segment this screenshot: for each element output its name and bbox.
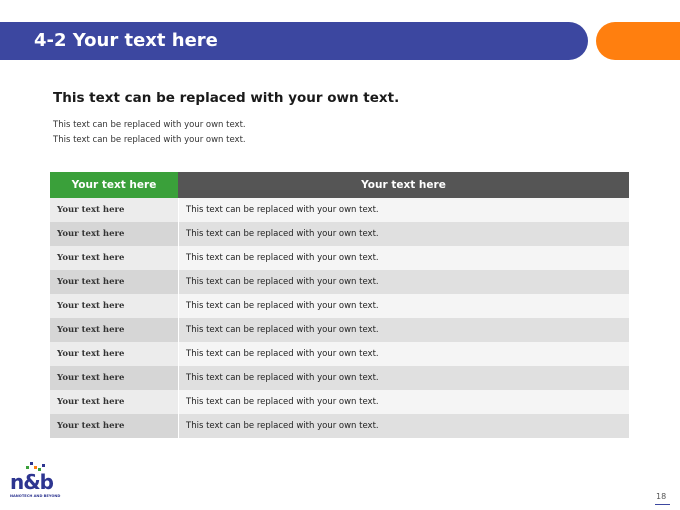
row-value: This text can be replaced with your own … xyxy=(178,318,629,342)
column-header: Your text here xyxy=(178,172,629,198)
row-value: This text can be replaced with your own … xyxy=(178,414,629,438)
data-table: Your text here Your text here Your text … xyxy=(50,172,629,438)
slide: 4-2 Your text here This text can be repl… xyxy=(0,0,680,510)
table-row: Your text here This text can be replaced… xyxy=(50,222,629,246)
row-value: This text can be replaced with your own … xyxy=(178,342,629,366)
body-line: This text can be replaced with your own … xyxy=(53,135,246,145)
row-label: Your text here xyxy=(50,222,178,246)
row-label: Your text here xyxy=(50,342,178,366)
logo-wordmark: n&b xyxy=(10,470,54,494)
logo-tagline: NANOTECH AND BEYOND xyxy=(10,494,61,498)
table-row: Your text here This text can be replaced… xyxy=(50,294,629,318)
table-header: Your text here Your text here xyxy=(50,172,629,198)
table-row: Your text here This text can be replaced… xyxy=(50,414,629,438)
subheading: This text can be replaced with your own … xyxy=(53,90,400,106)
row-label: Your text here xyxy=(50,270,178,294)
table-row: Your text here This text can be replaced… xyxy=(50,246,629,270)
row-label: Your text here xyxy=(50,366,178,390)
table-row: Your text here This text can be replaced… xyxy=(50,270,629,294)
body-line: This text can be replaced with your own … xyxy=(53,120,246,130)
table-row: Your text here This text can be replaced… xyxy=(50,198,629,222)
row-value: This text can be replaced with your own … xyxy=(178,270,629,294)
row-value: This text can be replaced with your own … xyxy=(178,198,629,222)
row-value: This text can be replaced with your own … xyxy=(178,390,629,414)
page-number: 18 xyxy=(656,492,667,501)
table-row: Your text here This text can be replaced… xyxy=(50,318,629,342)
slide-title: 4-2 Your text here xyxy=(34,30,218,51)
row-label: Your text here xyxy=(50,318,178,342)
row-label: Your text here xyxy=(50,414,178,438)
accent-pill xyxy=(596,22,680,60)
table-row: Your text here This text can be replaced… xyxy=(50,390,629,414)
row-label: Your text here xyxy=(50,390,178,414)
row-value: This text can be replaced with your own … xyxy=(178,366,629,390)
table-row: Your text here This text can be replaced… xyxy=(50,366,629,390)
row-label: Your text here xyxy=(50,246,178,270)
title-bar: 4-2 Your text here xyxy=(0,22,588,60)
row-value: This text can be replaced with your own … xyxy=(178,246,629,270)
company-logo: n&b NANOTECH AND BEYOND xyxy=(10,460,70,502)
page-number-underline xyxy=(655,504,670,505)
row-value: This text can be replaced with your own … xyxy=(178,222,629,246)
row-label: Your text here xyxy=(50,294,178,318)
row-value: This text can be replaced with your own … xyxy=(178,294,629,318)
body-text: This text can be replaced with your own … xyxy=(53,118,246,148)
table-row: Your text here This text can be replaced… xyxy=(50,342,629,366)
column-header: Your text here xyxy=(50,172,178,198)
row-label: Your text here xyxy=(50,198,178,222)
